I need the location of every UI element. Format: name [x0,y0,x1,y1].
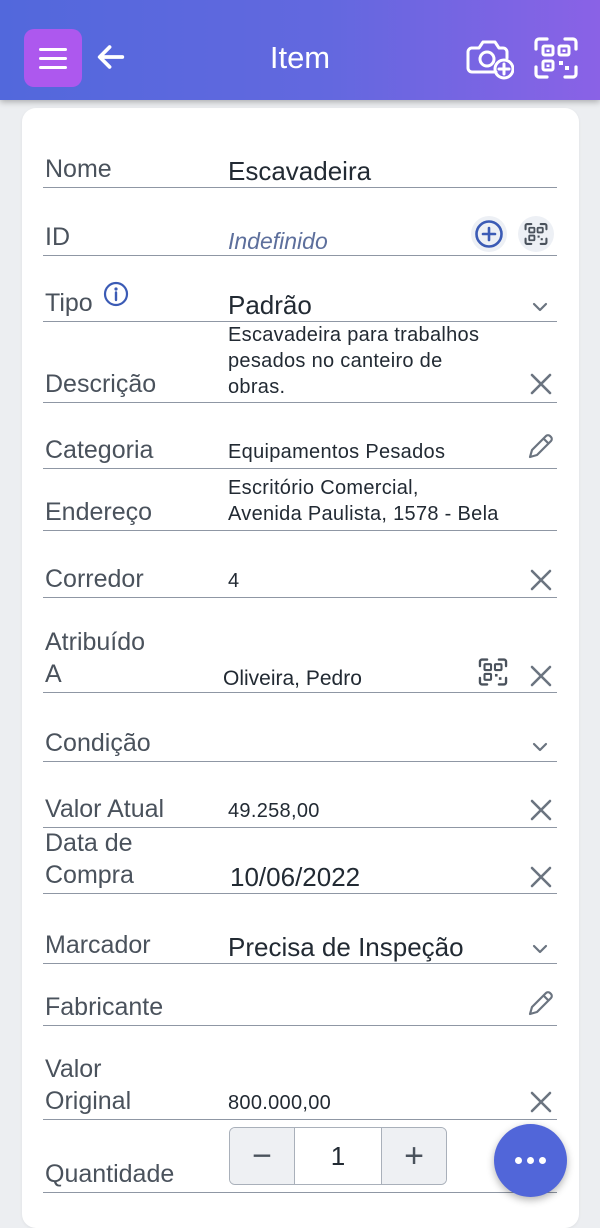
back-button[interactable] [94,40,128,74]
scan-button[interactable] [533,36,579,80]
field-categoria[interactable]: Categoria Equipamentos Pesados [43,425,557,469]
marcador-value[interactable]: Precisa de Inspeção [228,933,464,962]
qr-scan-icon [534,37,578,79]
close-icon [530,866,552,888]
info-icon [103,281,129,307]
field-tipo[interactable]: Tipo Padrão [43,272,557,322]
field-valor-atual[interactable]: Valor Atual 49.258,00 [43,782,557,828]
field-label: Quantidade [45,1160,175,1188]
scan-atribuido-button[interactable] [476,655,510,689]
field-condicao[interactable]: Condição [43,714,557,762]
field-atribuido[interactable]: Atribuído A Oliveira, Pedro [43,622,557,693]
edit-fabricante-button[interactable] [524,986,558,1020]
tipo-info-button[interactable] [103,281,129,307]
valor-original-value[interactable]: 800.000,00 [228,1090,331,1116]
field-corredor[interactable]: Corredor 4 [43,552,557,598]
field-label: Tipo [45,289,93,317]
clear-valor-original-button[interactable] [527,1088,555,1116]
qr-scan-icon [478,658,508,686]
close-icon [530,665,552,687]
add-photo-button[interactable] [466,36,515,80]
nome-value[interactable]: Escavadeira [228,157,371,186]
corredor-value[interactable]: 4 [228,568,239,594]
field-label: Descrição [45,370,157,398]
categoria-value[interactable]: Equipamentos Pesados [228,439,445,465]
tipo-value[interactable]: Padrão [228,291,312,320]
quantity-value[interactable]: 1 [294,1128,382,1184]
field-label: Corredor [45,565,144,593]
edit-categoria-button[interactable] [524,429,558,463]
pencil-icon [528,434,553,459]
descricao-value[interactable]: Escavadeira para trabalhos pesados no ca… [228,322,479,400]
add-id-button[interactable] [471,216,507,252]
tipo-dropdown[interactable] [527,294,553,320]
qr-scan-icon [524,223,548,245]
field-label: ID [45,223,70,251]
close-icon [530,569,552,591]
chevron-down-icon [532,742,548,752]
close-icon [530,373,552,395]
id-value[interactable]: Indefinido [228,228,328,254]
field-label: Condição [45,729,151,757]
marcador-dropdown[interactable] [527,936,553,962]
camera-add-icon [466,40,515,80]
arrow-left-icon [97,45,125,69]
field-label: Valor Original [45,1055,132,1115]
hamburger-menu-icon [39,47,67,51]
field-endereco[interactable]: Endereço Escritório Comercial, Avenida P… [43,469,557,531]
more-horizontal-icon [515,1157,522,1164]
close-icon [530,799,552,821]
clear-corredor-button[interactable] [527,566,555,594]
chevron-down-icon [532,302,548,312]
clear-atribuido-button[interactable] [527,662,555,690]
app-header: Item [0,0,600,100]
close-icon [530,1091,552,1113]
clear-descricao-button[interactable] [527,370,555,398]
field-descricao[interactable]: Descrição Escavadeira para trabalhos pes… [43,322,557,403]
field-label: Fabricante [45,993,164,1021]
clear-data-compra-button[interactable] [527,863,555,891]
atribuido-value[interactable]: Oliveira, Pedro [223,667,362,690]
plus-circle-icon [475,220,503,248]
quantity-stepper: − 1 + [229,1127,447,1185]
field-id[interactable]: ID Indefinido [43,210,557,256]
field-label: Categoria [45,436,154,464]
field-data-compra[interactable]: Data de Compra 10/06/2022 [43,828,557,894]
quantity-increment-button[interactable]: + [382,1128,446,1184]
field-label: Atribuído A [45,628,146,688]
field-label: Data de Compra [45,829,134,889]
condicao-dropdown[interactable] [527,734,553,760]
clear-valor-atual-button[interactable] [527,796,555,824]
menu-button[interactable] [24,29,82,87]
field-label: Endereço [45,498,153,526]
field-label: Marcador [45,931,151,959]
field-label: Nome [45,155,112,183]
field-nome[interactable]: Nome Escavadeira [43,140,557,188]
quantity-decrement-button[interactable]: − [230,1128,294,1184]
more-actions-button[interactable] [494,1124,567,1197]
field-fabricante[interactable]: Fabricante [43,980,557,1026]
field-valor-original[interactable]: Valor Original 800.000,00 [43,1052,557,1120]
chevron-down-icon [532,944,548,954]
scan-id-button[interactable] [518,216,554,252]
field-label: Valor Atual [45,795,165,823]
field-marcador[interactable]: Marcador Precisa de Inspeção [43,916,557,964]
endereco-value[interactable]: Escritório Comercial, Avenida Paulista, … [228,475,499,527]
pencil-icon [528,991,553,1016]
valor-atual-value[interactable]: 49.258,00 [228,798,320,824]
data-compra-value[interactable]: 10/06/2022 [230,863,360,892]
